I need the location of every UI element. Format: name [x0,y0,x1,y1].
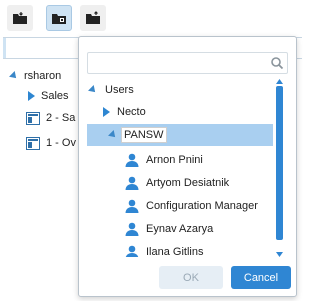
tree-node-pansw[interactable]: PANSW [87,124,273,146]
tree-node-necto[interactable]: Necto [87,101,273,123]
folder-lock-button[interactable] [46,5,72,31]
user-tree: Users Necto PANSW Arnon Pnini Artyom Des… [87,78,283,257]
scrollbar-thumb[interactable] [276,86,283,240]
report-icon [26,111,40,125]
tree-root-label: rsharon [24,70,62,82]
collapsed-triangle-icon [103,107,110,117]
user-icon [125,176,139,190]
user-item[interactable]: Ilana Gitlins [125,241,283,257]
scroll-down-arrow-icon[interactable] [275,251,284,258]
folder-import-icon [13,12,27,24]
user-item[interactable]: Configuration Manager [125,195,283,217]
expanded-triangle-icon [9,71,19,81]
search-icon[interactable] [270,56,284,70]
tree-node-users[interactable]: Users [87,79,273,101]
toolbar [0,0,302,36]
user-icon [125,245,139,257]
user-icon [125,222,139,236]
search-input[interactable] [92,55,262,71]
report-icon [26,136,40,150]
user-name: Ilana Gitlins [146,246,204,257]
user-item[interactable]: Arnon Pnini [125,149,283,171]
ok-button[interactable]: OK [159,266,223,289]
user-name: Arnon Pnini [146,154,203,166]
scrollbar[interactable] [275,78,284,258]
expanded-triangle-icon [88,85,98,95]
user-name: Eynav Azarya [146,223,214,235]
tree-node-label: Necto [117,106,146,118]
tree-item-label: 1 - Ov [46,137,76,149]
folder-export-button[interactable] [80,5,106,31]
user-name: Configuration Manager [146,200,258,212]
tree-node-label: PANSW [121,127,167,143]
tree-node-label: Users [105,84,134,96]
user-icon [125,199,139,213]
cancel-button[interactable]: Cancel [231,266,291,289]
tree-item-label: Sales [41,90,69,102]
folder-lock-icon [52,14,66,24]
scroll-up-arrow-icon[interactable] [275,78,284,85]
search-box [87,52,288,74]
user-item[interactable]: Artyom Desiatnik [125,172,283,194]
user-name: Artyom Desiatnik [146,177,230,189]
tree-item-report-2[interactable]: 2 - Sa [26,108,75,128]
folder-import-button[interactable] [7,5,33,31]
user-icon [125,153,139,167]
expanded-triangle-icon [108,130,118,140]
tree-root-rsharon[interactable]: rsharon [9,66,62,86]
user-picker-dialog: Users Necto PANSW Arnon Pnini Artyom Des… [78,36,297,297]
tree-item-sales[interactable]: Sales [28,86,69,106]
folder-export-icon [86,11,100,24]
user-item[interactable]: Eynav Azarya [125,218,283,240]
tree-item-report-1[interactable]: 1 - Ov [26,133,76,153]
tree-item-label: 2 - Sa [46,112,76,124]
collapsed-triangle-icon [28,91,35,101]
